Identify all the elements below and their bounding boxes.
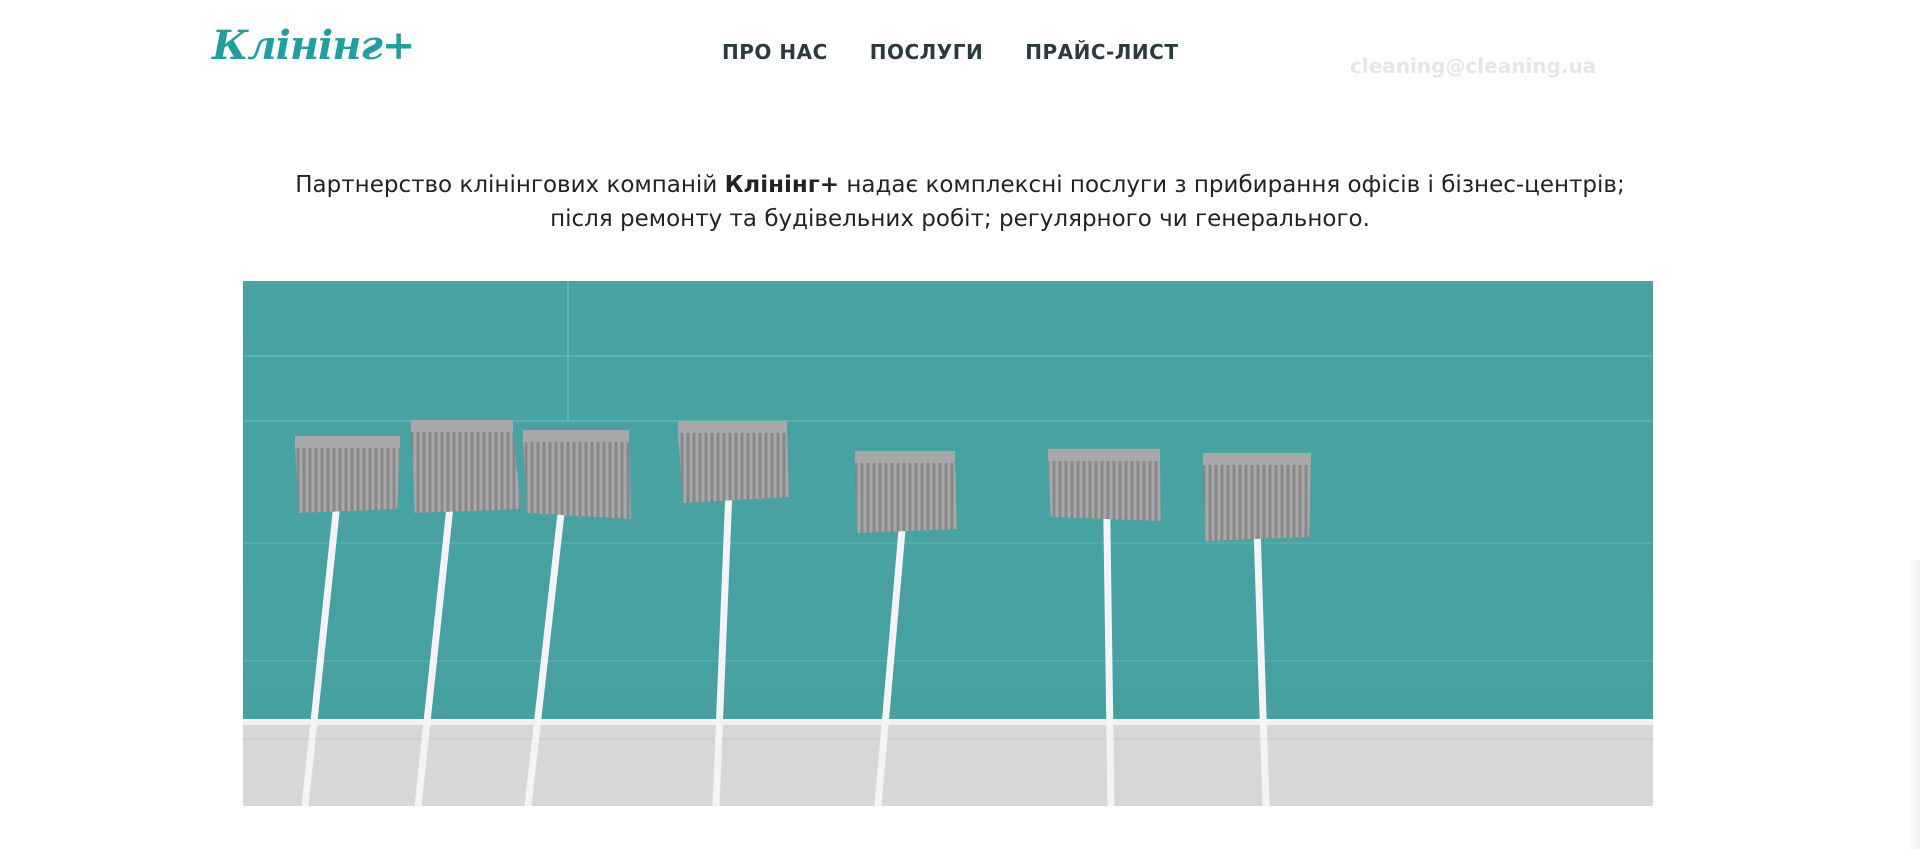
nav-link-services[interactable]: ПОСЛУГИ [870,40,983,64]
site-header: Клінінг+ ПРО НАС ПОСЛУГИ ПРАЙС-ЛИСТ clea… [0,0,1920,110]
main-nav: ПРО НАС ПОСЛУГИ ПРАЙС-ЛИСТ [722,40,1178,64]
intro-text: Партнерство клінінгових компаній Клінінг… [200,168,1720,236]
faded-contact-text: cleaning@cleaning.ua [1350,54,1597,78]
intro-line-2: після ремонту та будівельних робіт; регу… [550,206,1370,232]
page-edge-shadow [1908,560,1920,849]
intro-line-1-end: надає комплексні послуги з прибирання оф… [839,172,1625,198]
floor [243,719,1653,806]
site-logo[interactable]: Клінінг+ [212,22,415,69]
intro-line-1-start: Партнерство клінінгових компаній [295,172,725,198]
nav-link-price-list[interactable]: ПРАЙС-ЛИСТ [1025,40,1178,64]
intro-brand-name: Клінінг+ [724,172,840,198]
nav-link-about[interactable]: ПРО НАС [722,40,828,64]
hero-image [243,281,1653,806]
intro-line-1: Партнерство клінінгових компаній Клінінг… [200,168,1720,202]
mops-illustration [243,281,1653,806]
